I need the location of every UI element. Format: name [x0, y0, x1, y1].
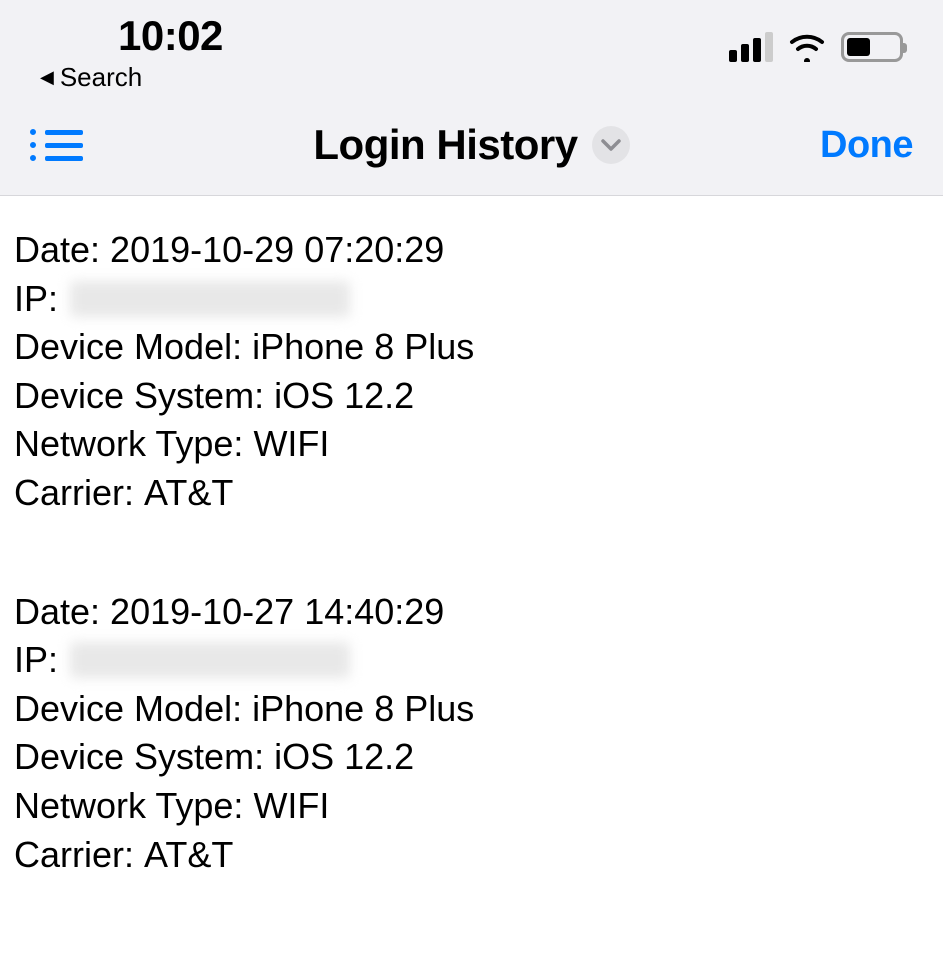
label-carrier: Carrier: [14, 469, 144, 518]
label-device-model: Device Model: [14, 323, 252, 372]
value-device-model: iPhone 8 Plus [252, 323, 474, 372]
entry-device-system: Device System: iOS 12.2 [14, 372, 929, 421]
chevron-down-icon [601, 138, 621, 152]
label-carrier: Carrier: [14, 831, 144, 880]
label-ip: IP: [14, 636, 68, 685]
value-device-model: iPhone 8 Plus [252, 685, 474, 734]
entry-network-type: Network Type: WIFI [14, 782, 929, 831]
label-device-model: Device Model: [14, 685, 252, 734]
value-date: 2019-10-29 07:20:29 [110, 226, 444, 275]
list-menu-icon[interactable] [30, 129, 150, 161]
label-network-type: Network Type: [14, 420, 253, 469]
entry-carrier: Carrier: AT&T [14, 469, 929, 518]
login-entry: Date: 2019-10-29 07:20:29 IP: Device Mod… [14, 226, 929, 518]
cellular-signal-icon [729, 32, 773, 62]
value-carrier: AT&T [144, 831, 233, 880]
label-device-system: Device System: [14, 372, 274, 421]
value-device-system: iOS 12.2 [274, 372, 414, 421]
label-date: Date: [14, 226, 110, 275]
entry-date: Date: 2019-10-29 07:20:29 [14, 226, 929, 275]
entry-device-model: Device Model: iPhone 8 Plus [14, 685, 929, 734]
status-time: 10:02 [118, 12, 223, 60]
entry-device-model: Device Model: iPhone 8 Plus [14, 323, 929, 372]
done-button[interactable]: Done [820, 124, 913, 166]
nav-center: Login History [150, 121, 793, 169]
nav-right: Done [793, 124, 913, 167]
entry-ip: IP: [14, 275, 929, 324]
value-ip-redacted [70, 642, 350, 678]
title-dropdown-button[interactable] [592, 126, 630, 164]
status-right [729, 32, 903, 62]
entry-date: Date: 2019-10-27 14:40:29 [14, 588, 929, 637]
back-label: Search [60, 62, 142, 93]
nav-left [30, 129, 150, 161]
nav-bar: Login History Done [0, 97, 943, 196]
entry-device-system: Device System: iOS 12.2 [14, 733, 929, 782]
entry-carrier: Carrier: AT&T [14, 831, 929, 880]
login-entry: Date: 2019-10-27 14:40:29 IP: Device Mod… [14, 588, 929, 880]
entry-network-type: Network Type: WIFI [14, 420, 929, 469]
entry-ip: IP: [14, 636, 929, 685]
value-device-system: iOS 12.2 [274, 733, 414, 782]
wifi-icon [787, 32, 827, 62]
label-ip: IP: [14, 275, 68, 324]
value-ip-redacted [70, 281, 350, 317]
value-network-type: WIFI [253, 782, 329, 831]
label-network-type: Network Type: [14, 782, 253, 831]
status-bar: 10:02 ◀ Search [0, 0, 943, 97]
label-date: Date: [14, 588, 110, 637]
value-network-type: WIFI [253, 420, 329, 469]
back-arrow-icon: ◀ [40, 67, 54, 88]
page-title: Login History [313, 121, 577, 169]
battery-icon [841, 32, 903, 62]
back-to-search[interactable]: ◀ Search [40, 62, 223, 93]
label-device-system: Device System: [14, 733, 274, 782]
value-date: 2019-10-27 14:40:29 [110, 588, 444, 637]
value-carrier: AT&T [144, 469, 233, 518]
login-history-list: Date: 2019-10-29 07:20:29 IP: Device Mod… [0, 196, 943, 979]
status-left: 10:02 ◀ Search [40, 12, 223, 93]
